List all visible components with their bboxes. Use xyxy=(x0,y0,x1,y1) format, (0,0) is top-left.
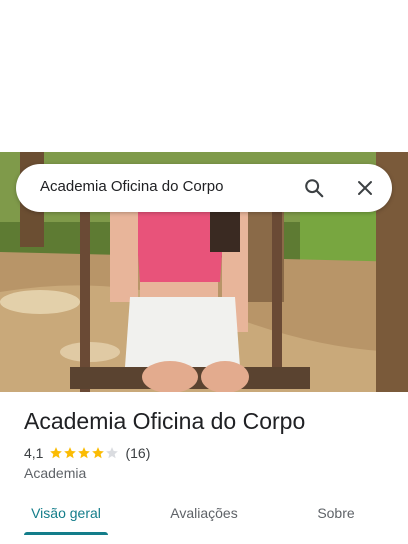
star-icon xyxy=(50,447,63,459)
review-count[interactable]: (16) xyxy=(125,445,150,461)
close-icon[interactable] xyxy=(351,174,379,202)
rating-row[interactable]: 4,1 (16) xyxy=(24,445,150,461)
star-icon xyxy=(92,447,105,459)
tab-reviews[interactable]: Avaliações xyxy=(160,490,248,536)
active-tab-indicator xyxy=(24,532,108,535)
place-category[interactable]: Academia xyxy=(24,465,86,481)
search-icon[interactable] xyxy=(300,174,328,202)
star-empty-icon xyxy=(106,447,119,459)
rating-stars xyxy=(49,446,119,460)
search-query[interactable]: Academia Oficina do Corpo xyxy=(40,178,223,195)
tab-about[interactable]: Sobre xyxy=(304,490,368,536)
tab-overview[interactable]: Visão geral xyxy=(24,490,108,536)
search-bar[interactable]: Academia Oficina do Corpo xyxy=(16,164,392,212)
tab-bar: Visão geral Avaliações Sobre xyxy=(0,490,408,536)
rating-value: 4,1 xyxy=(24,445,44,461)
star-icon xyxy=(64,447,77,459)
place-title: Academia Oficina do Corpo xyxy=(24,408,306,434)
star-icon xyxy=(78,447,91,459)
